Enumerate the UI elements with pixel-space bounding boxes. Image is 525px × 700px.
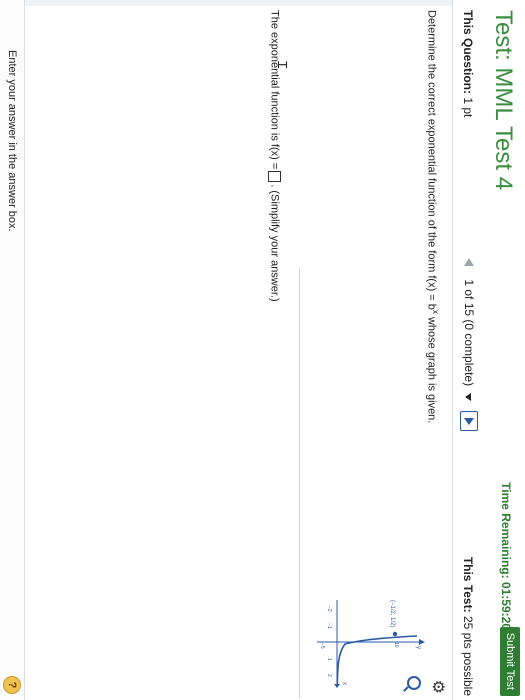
- point-label: (−1/2, 1/2): [389, 600, 395, 628]
- submit-test-button[interactable]: Submit Test: [500, 626, 520, 696]
- footer: Enter your answer in the answer box. ?: [0, 0, 25, 700]
- y-tick-neg-label: −5: [319, 643, 325, 649]
- answer-prefix: The exponential function is f(x) =: [268, 10, 281, 170]
- answer-input[interactable]: [268, 171, 281, 183]
- x-tick-label: −2: [326, 606, 332, 612]
- this-test-label: This Test:: [461, 556, 475, 613]
- page-edge: [0, 0, 525, 6]
- time-remaining: Time Remaining: 01:59:20: [499, 482, 513, 630]
- section-divider: [299, 268, 300, 698]
- question-prompt: Determine the correct exponential functi…: [425, 10, 440, 423]
- previous-question-icon[interactable]: [464, 258, 474, 266]
- stage: Test: MML Test 4 Time Remaining: 01:59:2…: [0, 0, 525, 700]
- test-page: Test: MML Test 4 Time Remaining: 01:59:2…: [0, 0, 525, 700]
- x-axis-arrow: [334, 684, 340, 688]
- page-title: Test: MML Test 4: [490, 10, 517, 191]
- this-question-points: 1 pt: [461, 97, 475, 118]
- chevron-down-icon: [465, 393, 472, 402]
- x-axis-label: x: [341, 682, 347, 685]
- time-remaining-label: Time Remaining:: [499, 482, 513, 579]
- this-question: This Question: 1 pt: [461, 10, 475, 117]
- help-icon[interactable]: ?: [3, 676, 21, 694]
- question-prompt-end: whose graph is given.: [425, 313, 438, 424]
- time-remaining-value: 01:59:20: [499, 581, 513, 630]
- next-question-button[interactable]: [460, 410, 478, 431]
- this-question-label: This Question:: [461, 10, 475, 94]
- x-tick-label: −1: [326, 623, 332, 629]
- function-curve: [336, 635, 418, 685]
- graph-point: [392, 631, 398, 637]
- answer-suffix: . (Simplify your answer.): [268, 184, 281, 302]
- answer-line: The exponential function is f(x) = . (Sim…: [268, 10, 281, 302]
- x-tick-label: 2: [326, 674, 332, 677]
- y-axis-arrow: [419, 639, 425, 645]
- y-axis-label: y: [415, 646, 421, 649]
- y-tick-label: 10: [393, 642, 399, 648]
- question-dropdown[interactable]: 1 of 15 (0 complete): [462, 279, 476, 402]
- next-arrow-icon: [464, 417, 474, 425]
- this-test-points: 25 pts possible: [461, 615, 475, 696]
- this-test: This Test: 25 pts possible: [461, 557, 475, 696]
- question-prompt-start: Determine the correct exponential functi…: [425, 10, 438, 310]
- question-progress: 1 of 15 (0 complete): [462, 279, 476, 387]
- exponential-graph: 10 (−1/2, 1/2) −5 −2 −1 1 2 x y: [317, 600, 425, 688]
- x-tick-label: 1: [326, 658, 332, 661]
- question-navigation: 1 of 15 (0 complete): [458, 258, 478, 431]
- gear-icon[interactable]: ⚙: [428, 680, 448, 694]
- footer-message: Enter your answer in the answer box.: [6, 50, 18, 232]
